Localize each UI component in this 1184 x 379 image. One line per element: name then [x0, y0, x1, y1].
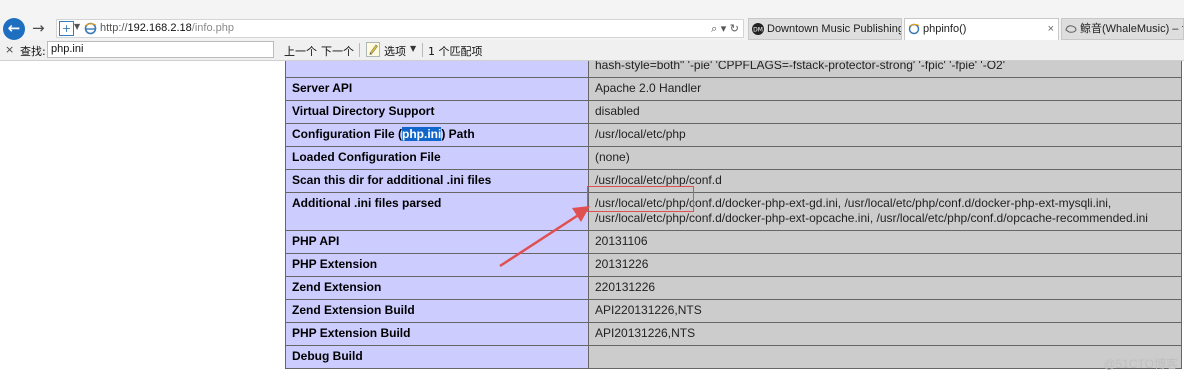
row-key: Configuration File (php.ini) Path	[285, 123, 589, 147]
table-row: PHP API 20131106	[285, 230, 1182, 254]
find-next-button[interactable]: 下一个	[321, 43, 354, 59]
whale-logo-icon	[1065, 25, 1077, 33]
chevron-down-icon[interactable]: ▼	[410, 44, 416, 53]
browser-chrome: ← → + ▼ http://192.168.2.18/info.php ⌕ ▾…	[0, 0, 1184, 40]
row-value: disabled	[588, 100, 1182, 124]
table-row: PHP Extension Build API20131226,NTS	[285, 322, 1182, 346]
url-text[interactable]: http://192.168.2.18/info.php	[100, 21, 234, 36]
tab-whalemusic[interactable]: 鲸音(WhaleMusic) – 让	[1061, 18, 1184, 40]
page-content: hash-style=both" '-pie' 'CPPFLAGS=-fstac…	[0, 61, 1184, 379]
divider	[359, 43, 360, 57]
find-previous-button[interactable]: 上一个	[284, 43, 317, 59]
row-key	[285, 61, 589, 78]
table-row: Additional .ini files parsed /usr/local/…	[285, 192, 1182, 231]
divider	[422, 43, 423, 57]
row-key: Server API	[285, 77, 589, 101]
ie-page-icon	[908, 23, 920, 35]
row-value: 20131226	[588, 253, 1182, 277]
row-key: Debug Build	[285, 345, 589, 369]
table-row: Virtual Directory Support disabled	[285, 100, 1182, 124]
table-row: Configuration File (php.ini) Path /usr/l…	[285, 123, 1182, 147]
tab-downtown-music[interactable]: DM Downtown Music Publishing	[748, 18, 902, 40]
row-value: Apache 2.0 Handler	[588, 77, 1182, 101]
find-label: 查找:	[20, 45, 46, 58]
table-row: PHP Extension 20131226	[285, 253, 1182, 277]
row-value: hash-style=both" '-pie' 'CPPFLAGS=-fstac…	[588, 61, 1182, 78]
key-text: ) Path	[441, 127, 475, 141]
row-value	[588, 345, 1182, 369]
row-key: Virtual Directory Support	[285, 100, 589, 124]
site-info-icon[interactable]: +	[59, 21, 74, 36]
table-row: Loaded Configuration File (none)	[285, 146, 1182, 170]
table-row: Zend Extension Build API220131226,NTS	[285, 299, 1182, 323]
url-protocol: http://	[100, 22, 128, 34]
svg-text:DM: DM	[753, 27, 763, 34]
annotation-arrow-icon	[499, 206, 590, 268]
table-row: Server API Apache 2.0 Handler	[285, 77, 1182, 101]
highlight-pen-icon[interactable]	[366, 42, 380, 57]
annotation-box	[587, 186, 694, 212]
row-value: 20131106	[588, 230, 1182, 254]
tab-title: Downtown Music Publishing	[767, 23, 902, 35]
search-refresh-icons[interactable]: ⌕ ▾ ↻	[711, 21, 739, 36]
row-key: PHP Extension Build	[285, 322, 589, 346]
back-arrow-icon[interactable]: ←	[3, 18, 25, 40]
row-key: Zend Extension	[285, 276, 589, 300]
key-text: Configuration File (	[292, 127, 402, 141]
row-key: Loaded Configuration File	[285, 146, 589, 170]
table-row: hash-style=both" '-pie' 'CPPFLAGS=-fstac…	[285, 61, 1182, 78]
table-row: Scan this dir for additional .ini files …	[285, 169, 1182, 193]
search-highlight: php.ini	[402, 127, 442, 141]
watermark: @51CTO博客	[1103, 357, 1178, 371]
row-key: Zend Extension Build	[285, 299, 589, 323]
find-match-count: 1 个匹配项	[428, 45, 483, 58]
table-row: Zend Extension 220131226	[285, 276, 1182, 300]
close-icon[interactable]: ×	[1048, 19, 1054, 39]
downtown-logo-icon: DM	[752, 23, 764, 35]
close-icon[interactable]: ×	[5, 43, 14, 56]
find-options-button[interactable]: 选项	[384, 43, 406, 59]
row-key: Scan this dir for additional .ini files	[285, 169, 589, 193]
ie-page-icon	[84, 22, 97, 35]
row-value: (none)	[588, 146, 1182, 170]
forward-arrow-icon[interactable]: →	[32, 19, 48, 37]
chevron-down-icon[interactable]: ▼	[74, 22, 80, 31]
find-input[interactable]: php.ini	[47, 41, 274, 58]
row-value: 220131226	[588, 276, 1182, 300]
tab-phpinfo[interactable]: phpinfo() ×	[904, 18, 1059, 40]
row-value: API220131226,NTS	[588, 299, 1182, 323]
phpinfo-table: hash-style=both" '-pie' 'CPPFLAGS=-fstac…	[285, 61, 1182, 369]
tab-title: phpinfo()	[923, 23, 967, 35]
url-path: /info.php	[191, 22, 234, 34]
row-value: /usr/local/etc/php	[588, 123, 1182, 147]
find-bar: × 查找: php.ini 上一个 下一个 选项 ▼ 1 个匹配项	[0, 40, 1184, 61]
row-value: API20131226,NTS	[588, 322, 1182, 346]
address-bar[interactable]: + ▼ http://192.168.2.18/info.php ⌕ ▾ ↻	[56, 19, 744, 38]
table-row: Debug Build	[285, 345, 1182, 369]
url-host: 192.168.2.18	[127, 22, 192, 34]
tab-title: 鲸音(WhaleMusic) – 让	[1080, 23, 1184, 35]
